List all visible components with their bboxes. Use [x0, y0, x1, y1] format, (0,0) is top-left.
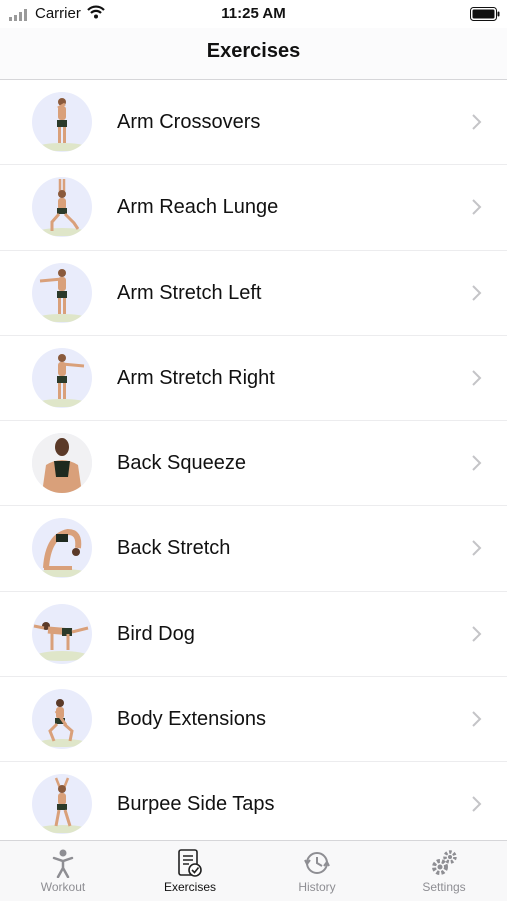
chevron-right-icon	[472, 796, 482, 813]
exercise-name: Bird Dog	[117, 622, 195, 645]
exercise-name: Arm Stretch Right	[117, 366, 275, 389]
battery-icon	[470, 7, 500, 21]
exercise-thumbnail	[32, 433, 92, 494]
chevron-right-icon	[472, 626, 482, 642]
chevron-right-icon	[472, 455, 482, 471]
exercise-name: Burpee Side Taps	[117, 793, 275, 816]
exercise-thumbnail	[32, 689, 92, 750]
exercise-thumbnail	[32, 92, 92, 152]
tab-label: History	[298, 880, 336, 894]
tab-bar: Workout Exercises History Settings	[0, 840, 507, 901]
chevron-right-icon	[472, 711, 482, 727]
exercise-row[interactable]: Arm Crossovers	[0, 80, 507, 166]
exercise-name: Body Extensions	[117, 708, 266, 731]
checklist-icon	[178, 849, 202, 877]
exercise-row[interactable]: Burpee Side Taps	[0, 762, 507, 840]
exercise-row[interactable]: Body Extensions	[0, 677, 507, 763]
exercise-name: Arm Stretch Left	[117, 281, 262, 304]
tab-label: Exercises	[163, 880, 216, 894]
chevron-right-icon	[472, 284, 482, 301]
tab-label: Settings	[422, 880, 466, 894]
tab-history[interactable]: History	[254, 841, 380, 901]
exercise-row[interactable]: Bird Dog	[0, 591, 507, 678]
exercise-name: Back Stretch	[117, 537, 231, 560]
exercise-row[interactable]: Arm Reach Lunge	[0, 165, 507, 251]
tab-exercises[interactable]: Exercises	[127, 841, 253, 901]
chevron-right-icon	[472, 540, 482, 557]
chevron-right-icon	[472, 370, 482, 386]
exercise-list[interactable]: Arm Crossovers Arm Reach Lunge Arm Stret…	[0, 80, 507, 840]
exercise-row[interactable]: Back Squeeze	[0, 421, 507, 507]
exercise-name: Arm Reach Lunge	[117, 196, 279, 219]
exercise-row[interactable]: Back Stretch	[0, 506, 507, 592]
status-bar: Carrier 11:25 AM	[0, 0, 507, 28]
exercise-name: Back Squeeze	[117, 452, 246, 475]
status-time: 11:25 AM	[221, 5, 286, 22]
gears-icon	[432, 850, 457, 875]
history-icon	[304, 852, 330, 874]
tab-settings[interactable]: Settings	[381, 841, 507, 901]
person-icon	[52, 849, 74, 878]
chevron-right-icon	[472, 114, 482, 130]
navigation-header: Exercises	[0, 28, 507, 80]
exercise-row[interactable]: Arm Stretch Right	[0, 335, 507, 422]
page-title: Exercises	[206, 40, 301, 62]
chevron-right-icon	[472, 199, 482, 216]
exercise-thumbnail	[32, 518, 92, 579]
tab-workout[interactable]: Workout	[0, 841, 126, 901]
exercise-thumbnail	[32, 603, 92, 664]
exercise-thumbnail	[32, 262, 92, 323]
exercise-name: Arm Crossovers	[117, 111, 261, 133]
exercise-thumbnail	[32, 347, 92, 408]
exercise-row[interactable]: Arm Stretch Left	[0, 250, 507, 336]
exercise-thumbnail	[32, 774, 92, 835]
exercise-thumbnail	[32, 177, 92, 238]
tab-label: Workout	[40, 880, 86, 894]
